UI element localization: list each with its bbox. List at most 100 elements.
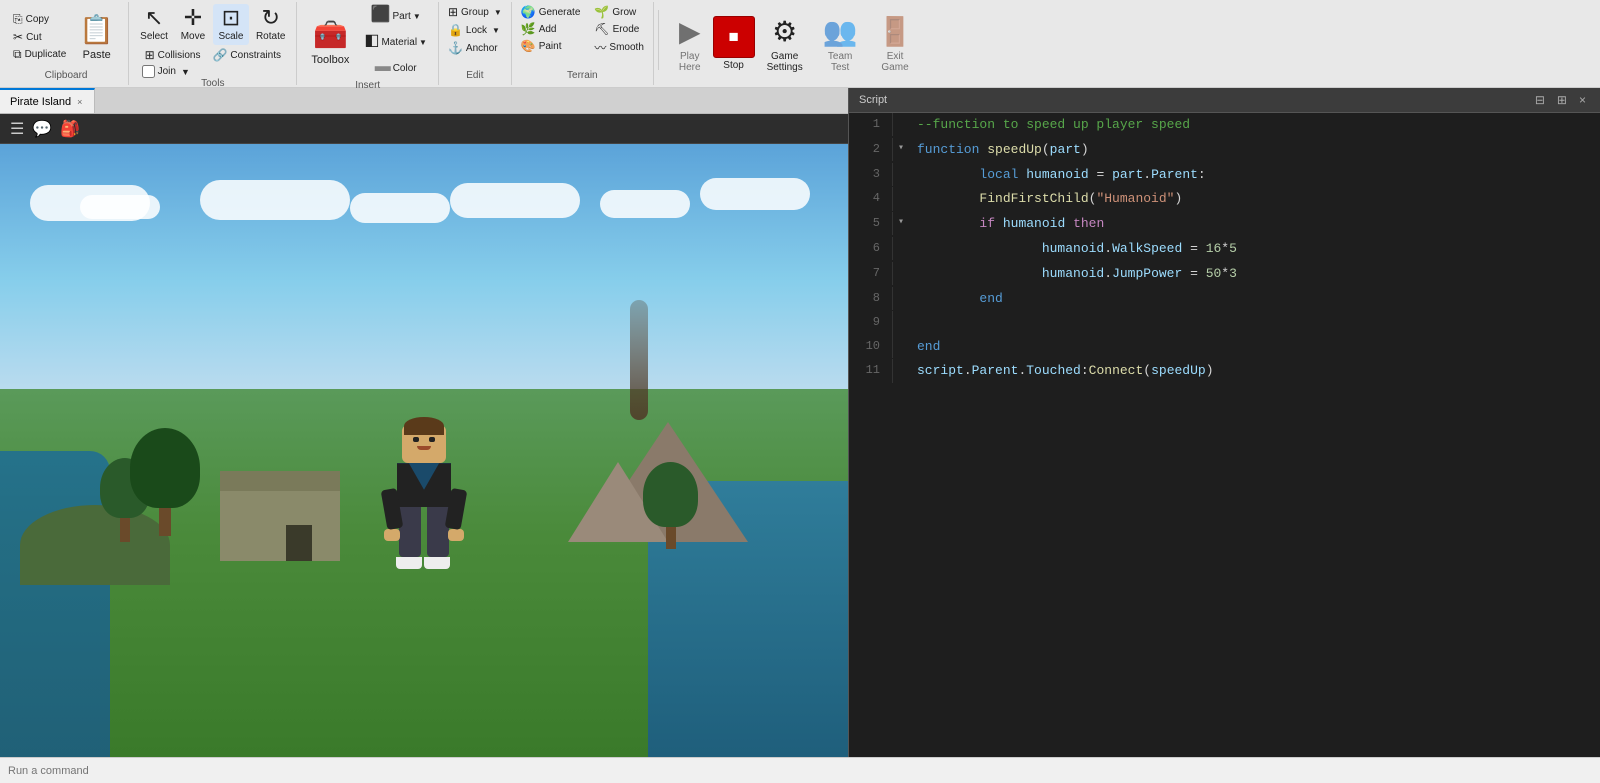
code-line-5: 5 ▾ if humanoid then — [849, 212, 1600, 237]
cloud-6 — [600, 190, 690, 218]
smooth-button[interactable]: 〰 Smooth — [591, 38, 646, 57]
grow-button[interactable]: 🌱 Grow — [591, 4, 646, 20]
viewport-icons-bar: ☰ 💬 🎒 — [0, 114, 848, 144]
code-line-9: 9 — [849, 311, 1600, 334]
part-dropdown-icon[interactable]: ▼ — [413, 12, 421, 21]
rotate-button[interactable]: ↻ Rotate — [251, 4, 290, 45]
exit-game-button[interactable]: 🚪 Exit Game — [870, 8, 921, 80]
char-face — [408, 437, 440, 450]
code-line-10: 10 end — [849, 335, 1600, 360]
part-button[interactable]: ⬛ Part ▼ — [366, 4, 426, 28]
constraints-button[interactable]: 🔗 Constraints — [209, 47, 284, 63]
material-dropdown-icon[interactable]: ▼ — [419, 38, 427, 47]
code-content-1[interactable]: --function to speed up player speed — [909, 113, 1600, 138]
main-area: Pirate Island × ☰ 💬 🎒 — [0, 88, 1600, 757]
tab-bar: Pirate Island × — [0, 88, 848, 114]
group-button[interactable]: ⊞ Group ▼ — [445, 4, 505, 20]
code-line-1: 1 --function to speed up player speed — [849, 113, 1600, 138]
lock-icon: 🔒 — [448, 23, 463, 37]
char-arms — [384, 489, 464, 541]
scene-door — [286, 525, 312, 561]
game-viewport[interactable] — [0, 144, 848, 757]
scale-button[interactable]: ⊡ Scale — [213, 4, 249, 45]
chat-icon[interactable]: 💬 — [30, 117, 54, 141]
move-button[interactable]: ✛ Move — [175, 4, 211, 45]
add-button[interactable]: 🌿 Add — [518, 21, 584, 37]
paste-button[interactable]: 📋 Paste — [71, 7, 122, 67]
color-button[interactable]: ▬ Color — [370, 56, 422, 80]
code-content-10[interactable]: end — [909, 335, 1600, 360]
script-panel: Script ⊟ ⊞ × 1 --function to speed up pl… — [848, 88, 1600, 757]
collapse-4 — [893, 187, 909, 191]
anchor-button[interactable]: ⚓ Anchor — [445, 40, 505, 56]
collapse-2[interactable]: ▾ — [893, 138, 909, 154]
char-mouth — [417, 446, 431, 450]
cloud-2 — [80, 195, 160, 219]
duplicate-button[interactable]: ⧉ Duplicate — [10, 46, 69, 63]
line-num-11: 11 — [849, 359, 893, 382]
exit-game-icon: 🚪 — [878, 15, 913, 48]
code-content-3[interactable]: local humanoid = part.Parent: — [909, 163, 1600, 188]
tab-close-button[interactable]: × — [75, 97, 84, 107]
stop-button[interactable]: ⏹ — [713, 16, 755, 58]
script-title: Script — [859, 94, 887, 106]
line-num-2: 2 — [849, 138, 893, 161]
bottom-bar — [0, 757, 1600, 783]
line-num-7: 7 — [849, 262, 893, 285]
line-num-5: 5 — [849, 212, 893, 235]
copy-icon: ⎘ — [13, 12, 23, 27]
collisions-icon: ⊞ — [145, 48, 155, 62]
color-icon: ▬ — [375, 59, 391, 75]
code-content-8[interactable]: end — [909, 287, 1600, 312]
generate-icon: 🌍 — [521, 5, 536, 19]
backpack-icon[interactable]: 🎒 — [58, 117, 82, 141]
code-content-6[interactable]: humanoid.WalkSpeed = 16*5 — [909, 237, 1600, 262]
copy-button[interactable]: ⎘ Copy — [10, 11, 69, 28]
collisions-button[interactable]: ⊞ Collisions — [142, 47, 204, 63]
code-content-2[interactable]: function speedUp(part) — [909, 138, 1600, 163]
code-content-4[interactable]: FindFirstChild("Humanoid") — [909, 187, 1600, 212]
paint-icon: 🎨 — [521, 39, 536, 53]
material-button[interactable]: ◧ Material ▼ — [359, 30, 432, 54]
tab-label: Pirate Island — [10, 96, 71, 108]
char-eye-r — [429, 437, 435, 442]
cut-button[interactable]: ✂ Cut — [10, 29, 69, 45]
code-content-11[interactable]: script.Parent.Touched:Connect(speedUp) — [909, 359, 1600, 384]
collapse-8 — [893, 287, 909, 291]
group-dropdown-icon[interactable]: ▼ — [494, 8, 502, 17]
terrain-section: 🌍 Generate 🌿 Add 🎨 Paint 🌱 Grow — [512, 2, 654, 85]
erode-icon: ⛏ — [594, 22, 609, 36]
game-settings-button[interactable]: ⚙ Game Settings — [759, 8, 811, 80]
toolbox-icon: 🧰 — [313, 18, 348, 51]
code-content-5[interactable]: if humanoid then — [909, 212, 1600, 237]
pirate-island-tab[interactable]: Pirate Island × — [0, 88, 95, 113]
paint-button[interactable]: 🎨 Paint — [518, 38, 584, 54]
cloud-5 — [450, 183, 580, 218]
collapse-5[interactable]: ▾ — [893, 212, 909, 228]
script-minimize-button[interactable]: ⊟ — [1531, 92, 1549, 108]
hamburger-icon[interactable]: ☰ — [8, 117, 26, 141]
command-input[interactable] — [8, 765, 308, 777]
group-icon: ⊞ — [448, 5, 458, 19]
char-arm-right — [445, 488, 468, 530]
line-num-10: 10 — [849, 335, 893, 358]
insert-label: Insert — [355, 80, 380, 93]
select-button[interactable]: ↖ Select — [135, 4, 173, 45]
script-maximize-button[interactable]: ⊞ — [1553, 92, 1571, 108]
code-content-7[interactable]: humanoid.JumpPower = 50*3 — [909, 262, 1600, 287]
script-close-button[interactable]: × — [1575, 92, 1590, 108]
join-dropdown-icon[interactable]: ▼ — [181, 67, 190, 77]
play-here-button[interactable]: ▶ Play Here — [671, 8, 709, 80]
join-checkbox[interactable] — [142, 65, 155, 78]
code-editor[interactable]: 1 --function to speed up player speed 2 … — [849, 113, 1600, 757]
lock-dropdown-icon[interactable]: ▼ — [492, 26, 500, 35]
char-hand-left — [384, 529, 400, 541]
constraints-icon: 🔗 — [212, 48, 227, 62]
erode-button[interactable]: ⛏ Erode — [591, 21, 646, 37]
generate-button[interactable]: 🌍 Generate — [518, 4, 584, 20]
team-test-icon: 👥 — [823, 15, 858, 48]
team-test-button[interactable]: 👥 Team Test — [815, 8, 866, 80]
code-content-9[interactable] — [909, 311, 1600, 315]
toolbox-button[interactable]: 🧰 Toolbox — [303, 6, 357, 78]
lock-button[interactable]: 🔒 Lock ▼ — [445, 22, 505, 38]
